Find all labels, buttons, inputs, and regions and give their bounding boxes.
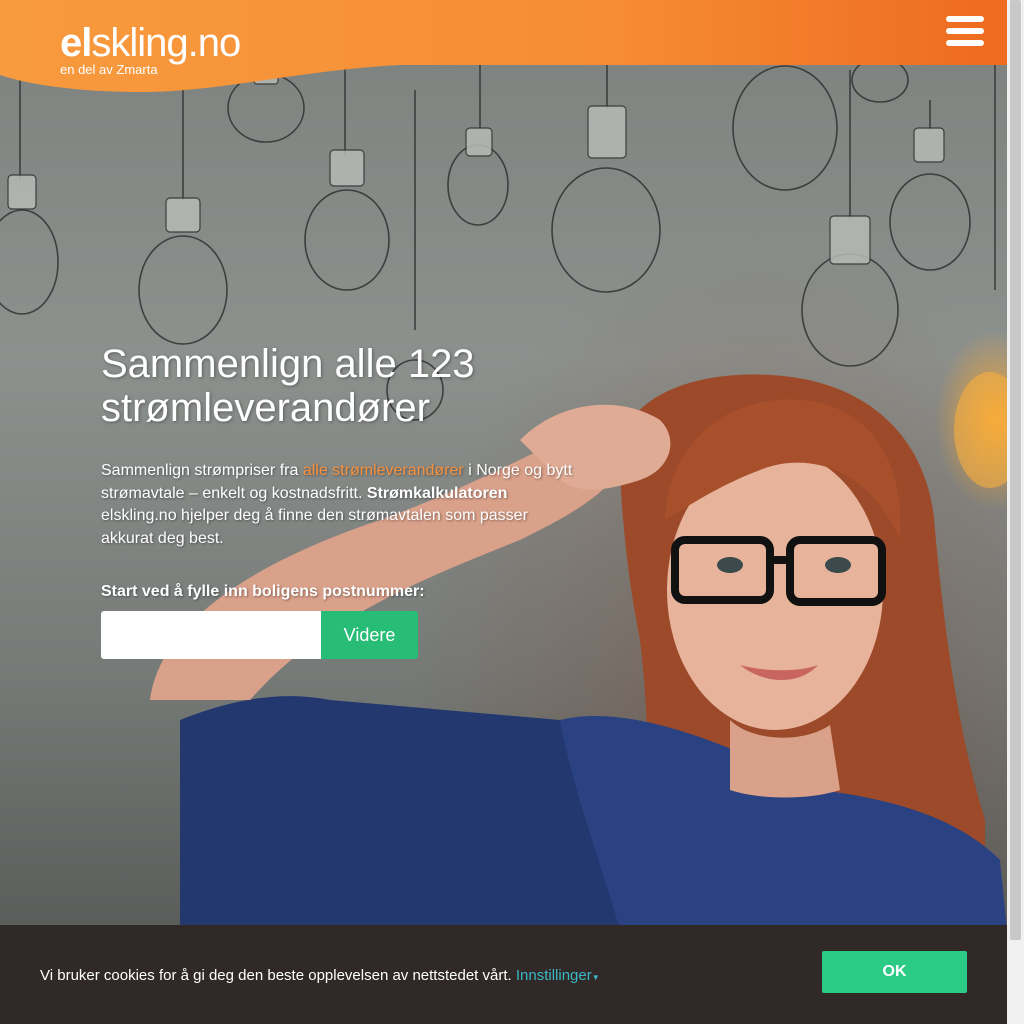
cookie-settings-link[interactable]: Innstillinger <box>516 967 592 984</box>
logo-wordmark: elskling.no <box>60 21 241 65</box>
all-suppliers-link[interactable]: alle strømleverandører <box>303 462 464 479</box>
hamburger-menu-icon[interactable] <box>946 16 986 50</box>
site-header: elskling.no en del av Zmarta <box>0 0 1007 100</box>
page-headline: Sammenlign alle 123 strømleverandører <box>101 342 475 430</box>
caret-down-icon[interactable]: ▼ <box>592 973 600 982</box>
postal-code-label: Start ved å fylle inn boligens postnumme… <box>101 583 425 600</box>
cookie-message: Vi bruker cookies for å gi deg den beste… <box>40 967 600 984</box>
scrollbar-thumb[interactable] <box>1010 0 1021 940</box>
page-scrollbar[interactable] <box>1007 0 1024 1024</box>
cookie-consent-bar: Vi bruker cookies for å gi deg den beste… <box>0 925 1007 1024</box>
site-logo[interactable]: elskling.no en del av Zmarta <box>60 21 241 77</box>
postal-code-input[interactable] <box>101 611 321 659</box>
continue-button[interactable]: Videre <box>321 611 418 659</box>
cookie-ok-button[interactable]: OK <box>822 951 967 993</box>
intro-paragraph: Sammenlign strømpriser fra alle strømlev… <box>101 462 573 547</box>
